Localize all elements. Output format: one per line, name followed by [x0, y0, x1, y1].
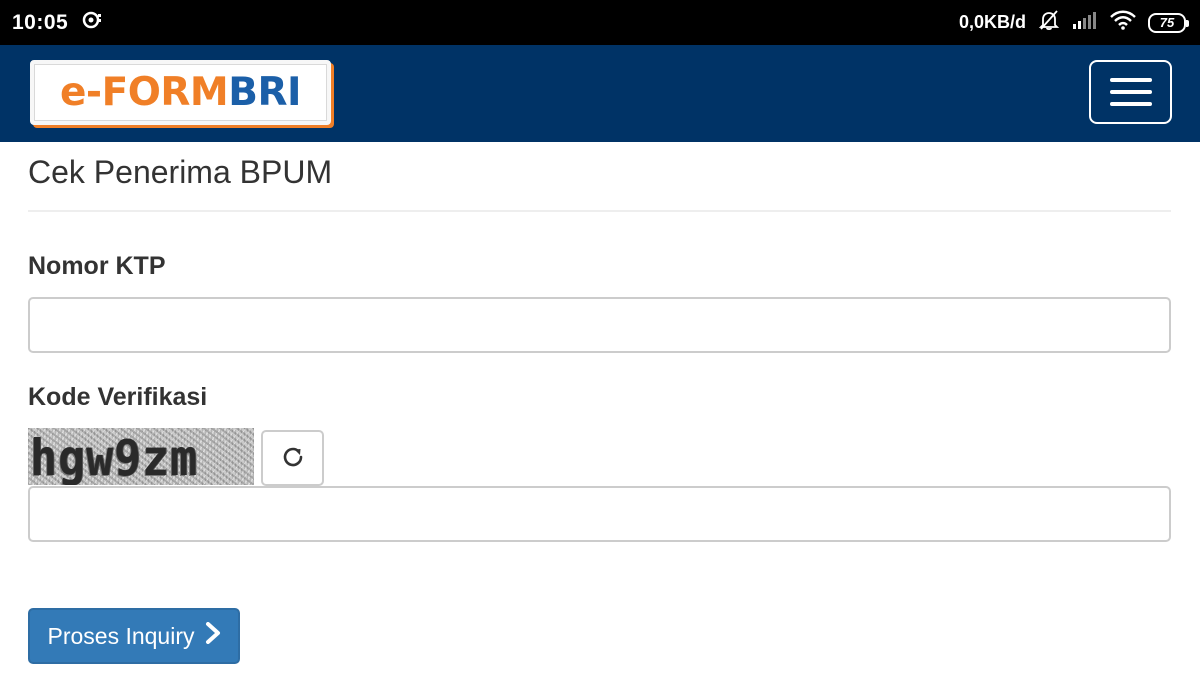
title-divider [28, 210, 1171, 212]
captcha-image: hgw9zm [28, 428, 254, 485]
signal-icon [1072, 10, 1098, 35]
status-bar: 10:05 0,0KB/d 75 [0, 0, 1200, 45]
proses-inquiry-button[interactable]: Proses Inquiry [28, 608, 240, 664]
battery-icon: 75 [1148, 12, 1189, 33]
page-title: Cek Penerima BPUM [28, 154, 333, 190]
menu-toggle-button[interactable] [1089, 60, 1172, 124]
hamburger-icon [1109, 102, 1152, 106]
submit-button-label: Proses Inquiry [47, 622, 195, 649]
logo-text-bri: BRI [228, 70, 302, 115]
chevron-right-icon [205, 622, 221, 650]
navbar: e-FORM BRI [0, 45, 1200, 142]
refresh-captcha-button[interactable] [261, 430, 324, 486]
verification-code-input[interactable] [28, 486, 1171, 542]
captcha-text: hgw9zm [30, 429, 198, 485]
eformbri-logo[interactable]: e-FORM BRI [30, 60, 331, 125]
ktp-input[interactable] [28, 297, 1171, 353]
status-bar-left: 10:05 [12, 10, 104, 35]
refresh-icon [280, 444, 306, 473]
logo-text-eform: e-FORM [59, 70, 229, 115]
wifi-icon [1110, 10, 1136, 35]
hamburger-icon [1109, 90, 1152, 94]
bell-off-icon [1038, 9, 1060, 36]
status-time: 10:05 [12, 10, 69, 34]
verification-code-label: Kode Verifikasi [28, 383, 208, 411]
hamburger-icon [1109, 78, 1152, 82]
status-bar-right: 0,0KB/d 75 [958, 9, 1189, 36]
ktp-label: Nomor KTP [28, 252, 166, 280]
sync-notification-icon [82, 10, 104, 35]
network-speed: 0,0KB/d [958, 12, 1026, 32]
